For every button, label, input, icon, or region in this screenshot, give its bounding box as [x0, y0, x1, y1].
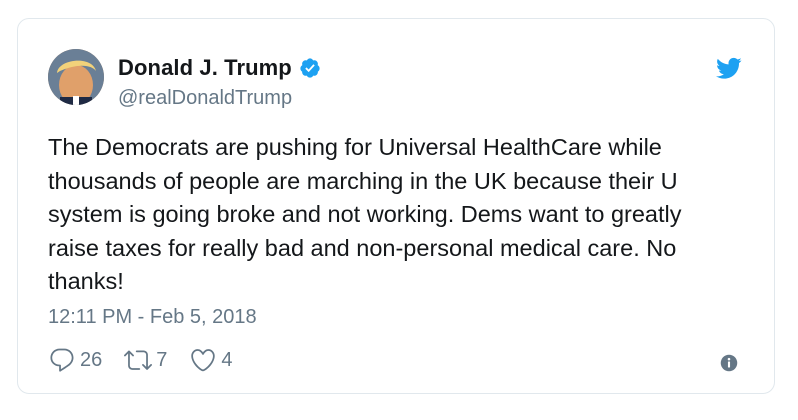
retweet-icon [124, 350, 153, 370]
heart-icon [191, 349, 216, 372]
author-row: Donald J. Trump [118, 55, 321, 81]
reply-button[interactable]: 26 [48, 346, 102, 374]
retweet-button[interactable]: 7 [124, 346, 167, 374]
info-icon[interactable] [720, 354, 738, 372]
user-handle[interactable]: @realDonaldTrump [118, 87, 292, 110]
like-button[interactable]: 4 [189, 346, 233, 374]
tweet-actions: 26 7 4 [48, 346, 255, 374]
reply-count: 26 [80, 348, 103, 371]
twitter-bird-icon[interactable] [714, 55, 744, 81]
like-count: 4 [221, 348, 233, 371]
reply-icon [50, 348, 74, 372]
tweet-card: Donald J. Trump @realDonaldTrump The Dem… [17, 18, 775, 394]
tweet-text: The Democrats are pushing for Universal … [48, 134, 682, 294]
tweet-timestamp[interactable]: 12:11 PM - Feb 5, 2018 [48, 306, 257, 329]
display-name[interactable]: Donald J. Trump [118, 55, 292, 81]
verified-badge-icon [299, 57, 321, 79]
avatar[interactable] [48, 49, 104, 105]
retweet-count: 7 [156, 348, 168, 371]
